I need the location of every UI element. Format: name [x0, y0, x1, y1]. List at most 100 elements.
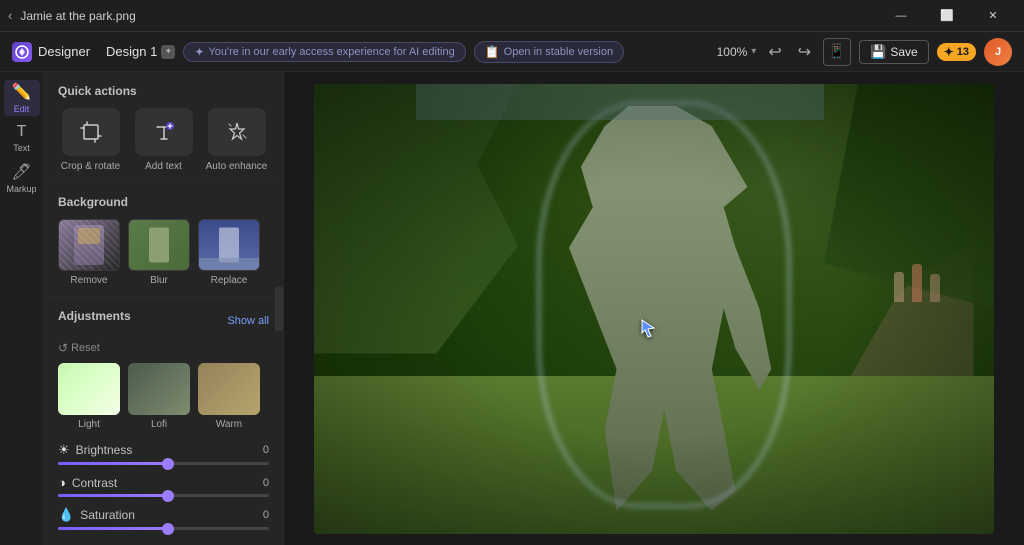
canvas-image	[314, 84, 994, 534]
contrast-value: 0	[249, 477, 269, 489]
bg-blur-item[interactable]: Blur	[128, 219, 190, 286]
add-text-label: Add text	[145, 161, 182, 172]
background-section: Background Remove	[44, 183, 283, 297]
sidebar-item-edit[interactable]: ✏️ Edit	[4, 80, 40, 116]
filter-warm-label: Warm	[216, 419, 242, 430]
file-name: Jamie at the park.png	[20, 9, 878, 23]
brightness-slider-row: ☀ Brightness 0	[58, 442, 269, 465]
tool-sidebar: ✏️ Edit T Text 🖊 Markup	[0, 72, 44, 545]
main-layout: ✏️ Edit T Text 🖊 Markup Quick actions	[0, 72, 1024, 545]
contrast-icon: ◑	[58, 475, 66, 490]
quick-actions-section: Quick actions Crop & rotate	[44, 72, 283, 183]
open-stable-button[interactable]: 📋 Open in stable version	[474, 41, 624, 63]
crop-rotate-item[interactable]: Crop & rotate	[58, 108, 123, 172]
sidebar-item-markup[interactable]: 🖊 Markup	[4, 160, 40, 196]
saturation-label: Saturation	[80, 508, 243, 522]
filter-warm-thumbnail	[198, 363, 260, 415]
design-name: Design 1 ✦	[106, 44, 175, 59]
save-button[interactable]: 💾 Save	[859, 40, 929, 64]
contrast-label-row: ◑ Contrast 0	[58, 475, 269, 490]
close-button[interactable]: ✕	[970, 0, 1016, 32]
saturation-value: 0	[249, 509, 269, 521]
logo-area: Designer	[12, 42, 90, 62]
contrast-slider-row: ◑ Contrast 0	[58, 475, 269, 497]
designer-logo	[12, 42, 32, 62]
mobile-preview-button[interactable]: 📱	[823, 38, 851, 66]
auto-enhance-button[interactable]	[208, 108, 266, 156]
left-panel: Quick actions Crop & rotate	[44, 72, 284, 545]
text-icon: T	[17, 123, 27, 141]
background-thumbnails: Remove Blur Replace	[58, 219, 269, 286]
brightness-icon: ☀	[58, 442, 70, 458]
saturation-slider-track[interactable]	[58, 527, 269, 530]
contrast-thumb[interactable]	[162, 490, 174, 502]
brightness-value: 0	[249, 444, 269, 456]
adjustments-section: Adjustments Show all ↺ Reset Light	[44, 297, 283, 545]
app-name: Designer	[38, 44, 90, 59]
markup-icon: 🖊	[11, 162, 31, 182]
panel-collapse-button[interactable]: ‹	[275, 287, 284, 331]
filter-light-item[interactable]: Light	[58, 363, 120, 430]
undo-button[interactable]: ↩	[764, 38, 785, 66]
canvas-overlay	[314, 84, 994, 534]
auto-enhance-item[interactable]: Auto enhance	[204, 108, 269, 172]
contrast-fill	[58, 494, 168, 497]
design-badge: ✦	[161, 45, 175, 59]
bg-replace-item[interactable]: Replace	[198, 219, 260, 286]
adjustments-header: Adjustments Show all	[58, 309, 269, 333]
contrast-label: Contrast	[72, 476, 243, 490]
filter-light-label: Light	[78, 419, 100, 430]
bg-remove-item[interactable]: Remove	[58, 219, 120, 286]
filter-lofi-item[interactable]: Lofi	[128, 363, 190, 430]
points-badge: ✦ 13	[937, 43, 976, 61]
reset-button[interactable]: ↺ Reset	[58, 341, 269, 355]
cursor-arrow	[640, 318, 656, 343]
back-button[interactable]: ‹	[8, 8, 12, 23]
edit-icon: ✏️	[12, 82, 32, 102]
brightness-label: Brightness	[76, 443, 243, 457]
saturation-thumb[interactable]	[162, 523, 174, 535]
quick-actions-grid: Crop & rotate Add text	[58, 108, 269, 172]
add-text-button[interactable]	[135, 108, 193, 156]
user-avatar[interactable]: J	[984, 38, 1012, 66]
contrast-slider-track[interactable]	[58, 494, 269, 497]
bg-remove-thumbnail	[58, 219, 120, 271]
quick-actions-title: Quick actions	[58, 84, 269, 98]
show-all-link[interactable]: Show all	[227, 315, 269, 327]
redo-button[interactable]: ↪	[794, 38, 815, 66]
sidebar-item-text[interactable]: T Text	[4, 120, 40, 156]
bg-replace-thumbnail	[198, 219, 260, 271]
reset-icon: ↺	[58, 341, 68, 355]
brightness-label-row: ☀ Brightness 0	[58, 442, 269, 458]
brightness-thumb[interactable]	[162, 458, 174, 470]
app-header: Designer Design 1 ✦ ✦ You're in our earl…	[0, 32, 1024, 72]
canvas-area	[284, 72, 1024, 545]
filter-light-thumbnail	[58, 363, 120, 415]
filter-warm-item[interactable]: Warm	[198, 363, 260, 430]
bg-remove-label: Remove	[70, 275, 107, 286]
bg-replace-label: Replace	[211, 275, 248, 286]
bg-blur-label: Blur	[150, 275, 168, 286]
restore-button[interactable]: ⬜	[924, 0, 970, 32]
filter-lofi-label: Lofi	[151, 419, 167, 430]
brightness-slider-track[interactable]	[58, 462, 269, 465]
zoom-control[interactable]: 100% ▾	[717, 45, 757, 59]
saturation-fill	[58, 527, 168, 530]
filter-thumbnails: Light Lofi Warm	[58, 363, 269, 430]
minimize-button[interactable]: —	[878, 0, 924, 32]
saturation-label-row: 💧 Saturation 0	[58, 507, 269, 523]
crop-rotate-label: Crop & rotate	[61, 161, 120, 172]
title-bar: ‹ Jamie at the park.png — ⬜ ✕	[0, 0, 1024, 32]
bg-blur-thumbnail	[128, 219, 190, 271]
saturation-icon: 💧	[58, 507, 74, 523]
brightness-fill	[58, 462, 168, 465]
background-title: Background	[58, 195, 269, 209]
early-access-banner: ✦ You're in our early access experience …	[183, 42, 465, 62]
adjustments-title: Adjustments	[58, 309, 131, 323]
auto-enhance-label: Auto enhance	[206, 161, 268, 172]
add-text-item[interactable]: Add text	[131, 108, 196, 172]
saturation-slider-row: 💧 Saturation 0	[58, 507, 269, 530]
crop-rotate-button[interactable]	[62, 108, 120, 156]
window-controls: — ⬜ ✕	[878, 0, 1016, 32]
filter-lofi-thumbnail	[128, 363, 190, 415]
